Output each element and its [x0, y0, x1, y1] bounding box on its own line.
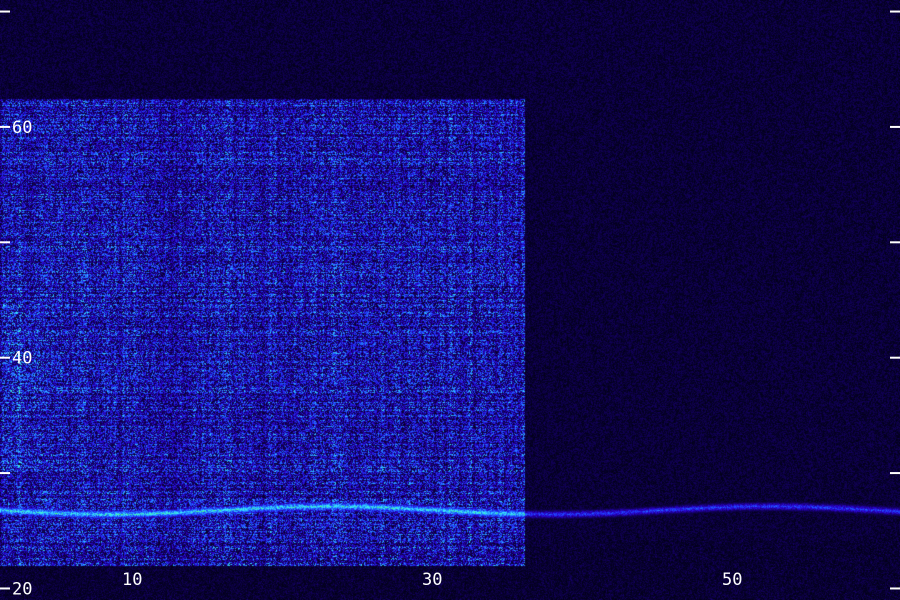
y-tick-label: 20 — [12, 579, 32, 599]
y-tick-label: 40 — [12, 349, 32, 369]
axes-overlay: 10 30 50 20 40 60 — [0, 10, 900, 599]
x-tick-label: 50 — [722, 570, 742, 590]
x-tick-label: 10 — [122, 570, 142, 590]
spectrogram: 10 30 50 20 40 60 — [0, 0, 900, 600]
x-tick-label: 30 — [422, 570, 442, 590]
y-tick-label: 60 — [12, 118, 32, 138]
